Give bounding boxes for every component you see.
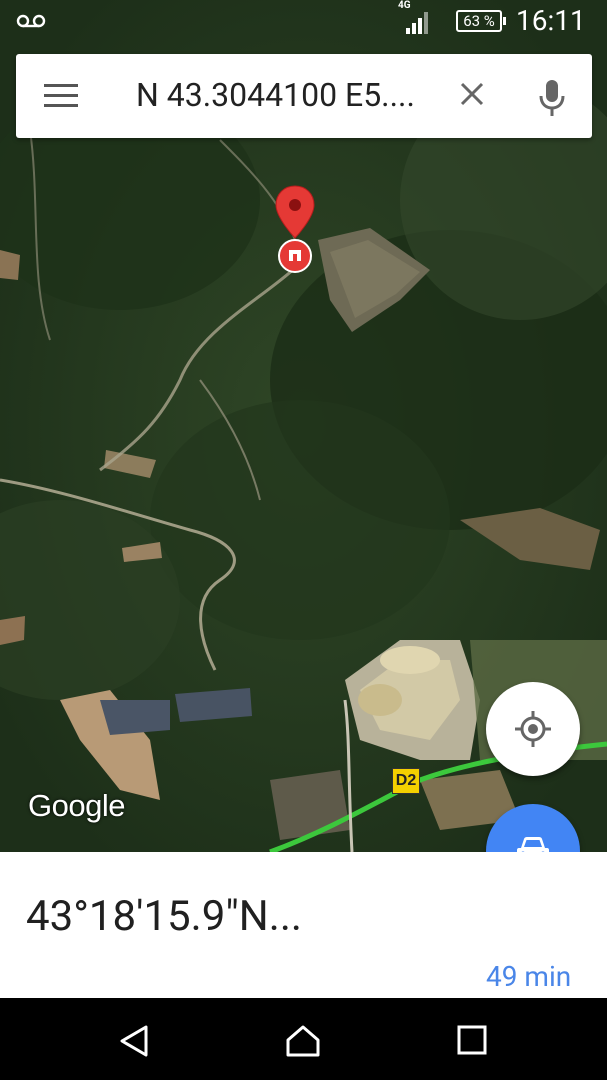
- clock: 16:11: [516, 4, 586, 37]
- home-icon[interactable]: [285, 1024, 321, 1058]
- search-query[interactable]: N 43.3044100 E5....: [136, 76, 456, 114]
- crosshair-icon: [515, 711, 551, 747]
- back-icon[interactable]: [118, 1024, 152, 1058]
- battery-level: 63 %: [463, 12, 495, 30]
- signal-icon: [406, 12, 428, 34]
- recents-icon[interactable]: [456, 1024, 488, 1056]
- place-coordinates: 43°18'15.9"N...: [26, 892, 302, 941]
- travel-time: 49 min: [486, 960, 572, 993]
- my-location-button[interactable]: [486, 682, 580, 776]
- voicemail-icon: [16, 14, 46, 28]
- microphone-icon[interactable]: [538, 78, 566, 118]
- location-pin-icon[interactable]: [274, 184, 316, 274]
- search-bar[interactable]: N 43.3044100 E5....: [16, 54, 592, 138]
- clear-icon[interactable]: [456, 78, 488, 110]
- google-logo: Google: [28, 788, 125, 823]
- road-label: D2: [392, 768, 420, 794]
- place-sheet[interactable]: 43°18'15.9"N... 49 min: [0, 852, 607, 998]
- battery-indicator: 63 %: [456, 10, 506, 32]
- system-nav-bar: [0, 998, 607, 1080]
- menu-icon[interactable]: [44, 84, 78, 108]
- status-bar: 4G 63 % 16:11: [0, 0, 607, 44]
